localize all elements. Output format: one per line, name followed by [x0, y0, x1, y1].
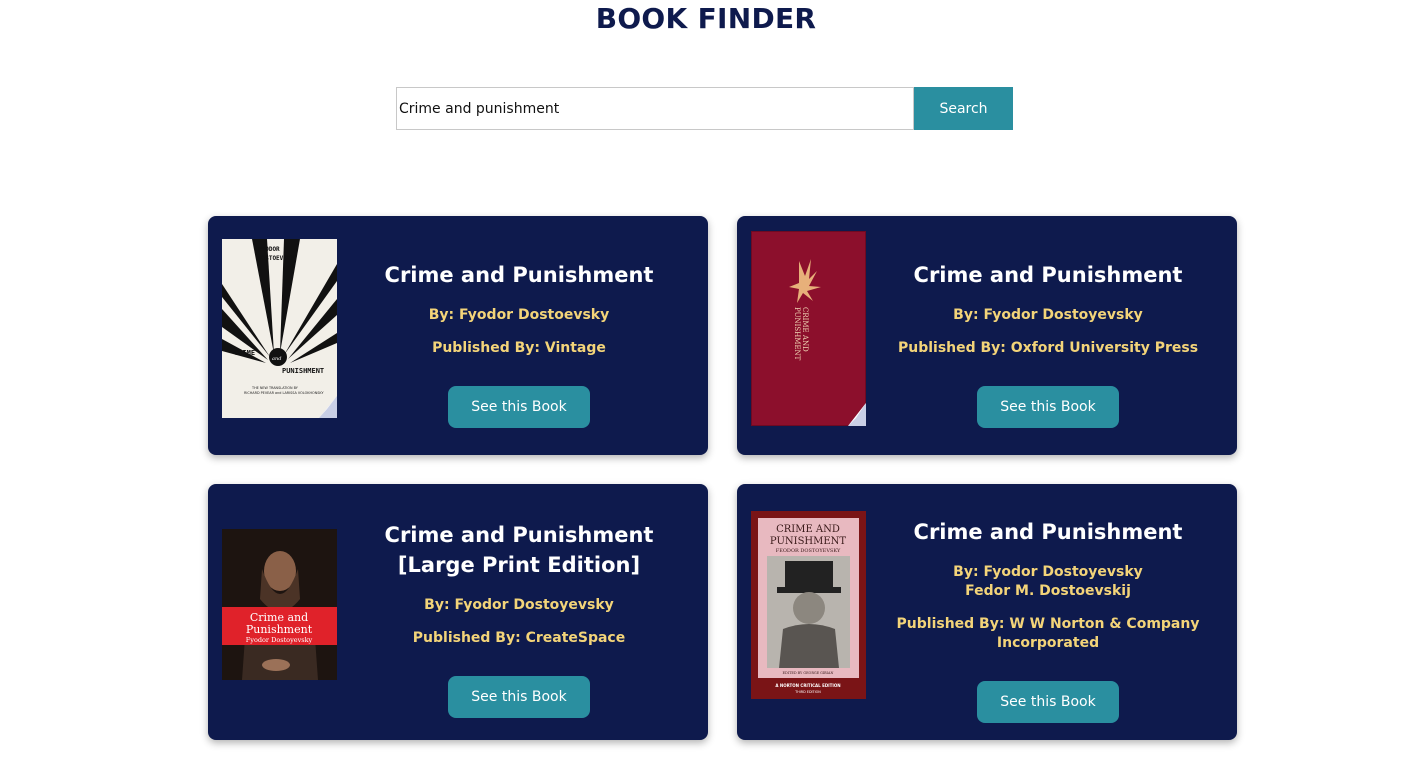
book-title: Crime and Punishment: [913, 520, 1183, 544]
page-title: BOOK FINDER: [595, 2, 817, 35]
book-info: Crime and Punishment [Large Print Editio…: [358, 520, 680, 718]
book-author: By: Fyodor Dostoyevsky Fedor M. Dostoevs…: [887, 563, 1209, 601]
svg-text:PUNISHMENT: PUNISHMENT: [282, 367, 324, 375]
see-book-button[interactable]: See this Book: [448, 676, 590, 718]
svg-text:FYODOR: FYODOR: [258, 246, 280, 253]
book-author-line: By: Fyodor Dostoyevsky: [953, 564, 1143, 580]
book-title: Crime and Punishment: [913, 263, 1183, 287]
book-cover-image: CRIME AND PUNISHMENT FEODOR DOSTOYEVSKY …: [751, 511, 866, 699]
book-title: Crime and Punishment: [384, 263, 654, 287]
svg-text:THIRD EDITION: THIRD EDITION: [794, 690, 821, 694]
book-author: By: Fyodor Dostoyevsky: [424, 597, 614, 613]
book-publisher: Published By: W W Norton & Company Incor…: [887, 615, 1209, 653]
book-publisher-line: Incorporated: [996, 635, 1100, 651]
book-cover-image: FYODOR DOSTOEVSKY CRIME and PUNISHMENT T…: [222, 239, 337, 418]
book-author-line: Fedor M. Dostoevskij: [965, 583, 1131, 599]
book-publisher: Published By: Vintage: [432, 340, 606, 356]
search-bar: Search: [396, 87, 1013, 130]
book-cover-image: Crime and Punishment Fyodor Dostoyevsky: [222, 529, 337, 680]
book-card: Crime and Punishment Fyodor Dostoyevsky …: [208, 484, 708, 740]
svg-text:PUNISHMENT: PUNISHMENT: [770, 536, 847, 547]
book-card: CRIME AND PUNISHMENT FEODOR DOSTOYEVSKY …: [737, 484, 1237, 740]
see-book-button[interactable]: See this Book: [977, 681, 1119, 723]
svg-text:and: and: [272, 356, 281, 362]
book-card: FYODOR DOSTOEVSKY CRIME and PUNISHMENT T…: [208, 216, 708, 455]
book-info: Crime and Punishment By: Fyodor Dostoyev…: [887, 260, 1209, 428]
see-book-button[interactable]: See this Book: [977, 386, 1119, 428]
book-info: Crime and Punishment By: Fyodor Dostoyev…: [887, 517, 1209, 723]
book-publisher: Published By: Oxford University Press: [897, 340, 1199, 356]
book-card: CRIME AND PUNISHMENT Crime and Punishmen…: [737, 216, 1237, 455]
svg-text:RICHARD PEVEAR and LARISSA VOL: RICHARD PEVEAR and LARISSA VOLOKHONSKY: [244, 391, 325, 395]
svg-text:CRIME AND: CRIME AND: [776, 524, 840, 535]
book-cover: CRIME AND PUNISHMENT: [751, 231, 866, 426]
svg-text:DOSTOEVSKY: DOSTOEVSKY: [258, 255, 295, 262]
svg-text:PUNISHMENT: PUNISHMENT: [793, 307, 801, 361]
book-cover: CRIME AND PUNISHMENT FEODOR DOSTOYEVSKY …: [751, 511, 866, 699]
book-publisher: Published By: CreateSpace: [412, 630, 626, 646]
svg-text:THE NEW TRANSLATION BY: THE NEW TRANSLATION BY: [251, 386, 299, 390]
book-author: By: Fyodor Dostoyevsky: [953, 307, 1143, 323]
book-info: Crime and Punishment By: Fyodor Dostoevs…: [358, 260, 680, 428]
book-title: Crime and Punishment [Large Print Editio…: [384, 523, 654, 577]
svg-text:FEODOR DOSTOYEVSKY: FEODOR DOSTOYEVSKY: [776, 548, 841, 554]
svg-text:CRIME: CRIME: [234, 349, 255, 357]
book-publisher-line: Published By: W W Norton & Company: [896, 616, 1200, 632]
search-input[interactable]: [396, 87, 914, 130]
svg-text:Fyodor Dostoyevsky: Fyodor Dostoyevsky: [246, 636, 313, 644]
svg-text:EDITED BY GEORGE GIBIAN: EDITED BY GEORGE GIBIAN: [783, 671, 834, 675]
svg-text:CRIME AND: CRIME AND: [801, 307, 809, 352]
book-cover-image: CRIME AND PUNISHMENT: [751, 231, 866, 426]
book-cover: FYODOR DOSTOEVSKY CRIME and PUNISHMENT T…: [222, 239, 337, 418]
book-author: By: Fyodor Dostoevsky: [428, 307, 610, 323]
book-cover: Crime and Punishment Fyodor Dostoyevsky: [222, 529, 337, 680]
svg-text:Punishment: Punishment: [246, 623, 313, 636]
svg-text:A NORTON CRITICAL EDITION: A NORTON CRITICAL EDITION: [775, 683, 840, 688]
search-button[interactable]: Search: [914, 87, 1013, 130]
see-book-button[interactable]: See this Book: [448, 386, 590, 428]
